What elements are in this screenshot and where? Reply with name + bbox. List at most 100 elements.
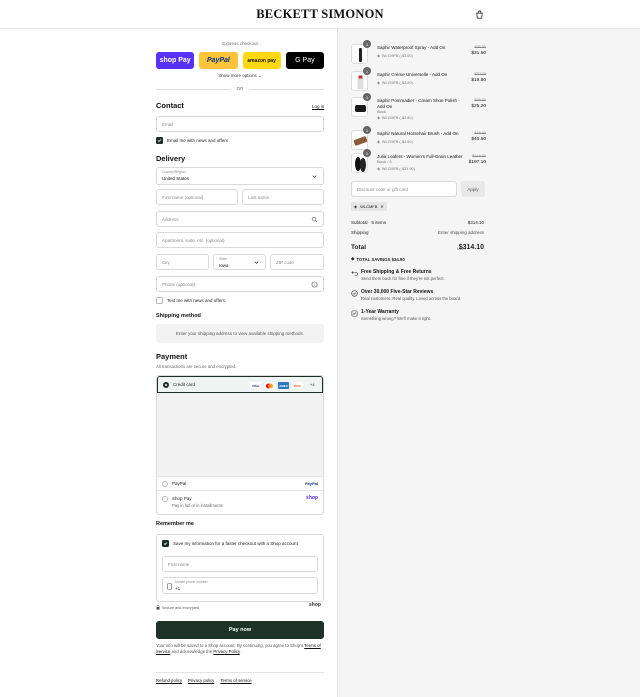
city-field[interactable]: City	[156, 254, 209, 270]
item-price: $19.80	[471, 78, 486, 83]
text-news-checkbox-row[interactable]: Text me with news and offers	[156, 297, 225, 304]
item-name: Saphir Waterproof Spray - Add On	[377, 45, 446, 50]
footer-divider	[156, 672, 324, 673]
paypal-option[interactable]: PayPal PayPal	[157, 476, 323, 490]
text-news-checkbox[interactable]	[156, 297, 163, 304]
email-news-label: Email me with news and offers	[167, 138, 228, 143]
email-field[interactable]: Email	[156, 116, 324, 132]
shop-pay-subtitle: Pay in full or in installments	[172, 503, 223, 508]
tag-icon: ◈	[351, 256, 355, 261]
mobile-phone-field[interactable]: Mobile phone number +1	[162, 577, 318, 594]
total-savings: ◈ TOTAL SAVINGS $34.90	[351, 256, 405, 262]
discount-code-field[interactable]: Discount code or gift card	[351, 181, 457, 197]
item-discount: ◈ WLCMFB (-$21.90)	[377, 166, 415, 172]
apartment-placeholder: Apartment, suite, etc. (optional)	[162, 238, 225, 243]
email-news-checkbox[interactable]	[156, 137, 163, 144]
address-field[interactable]: Address	[156, 211, 324, 227]
feature-title: Free Shipping & Free Returns	[361, 269, 432, 275]
shop-pay-radio[interactable]	[162, 496, 168, 502]
zip-field[interactable]: ZIP code	[270, 254, 324, 270]
save-info-checkbox-row[interactable]: Save my information for a faster checkou…	[162, 540, 298, 547]
shop-pay-button[interactable]: shop Pay	[156, 52, 195, 69]
privacy-policy-link[interactable]: Privacy Policy	[213, 649, 239, 654]
amazon-pay-button[interactable]: amazon pay	[242, 52, 281, 69]
login-link[interactable]: Log in	[312, 104, 324, 109]
subtotal-label: Subtotal · 5 items	[351, 220, 387, 225]
secure-note: Secure and encrypted	[156, 605, 199, 610]
item-discount-label: WLCMFB (-$2.20)	[381, 80, 413, 85]
last-name-field[interactable]: Last name	[242, 189, 324, 205]
apply-button[interactable]: Apply	[461, 181, 485, 197]
terms-of-service-footer-link[interactable]: Terms of service	[220, 678, 251, 683]
applied-code-chip: ◈ WLCMFB ✕	[351, 202, 387, 211]
remove-code-icon[interactable]: ✕	[380, 204, 383, 209]
express-pay-buttons: shop Pay PayPal amazon pay G Pay	[156, 52, 324, 69]
applied-code-label: WLCMFB	[360, 204, 378, 209]
item-original-price: $35.00	[474, 45, 486, 49]
refund-policy-link[interactable]: Refund policy	[156, 678, 182, 683]
quantity-badge: 1	[363, 67, 371, 75]
item-discount-label: WLCMFB (-$2.80)	[381, 115, 413, 120]
country-select[interactable]: Country/Region United States	[156, 167, 324, 185]
discover-icon: DISC	[292, 382, 303, 389]
quantity-badge: 1	[363, 40, 371, 48]
item-discount: ◈ WLCMFB (-$2.80)	[377, 115, 413, 121]
brand-logo[interactable]: BECKETT SIMONON	[0, 7, 640, 22]
item-discount: ◈ WLCMFB (-$3.50)	[377, 53, 413, 59]
payment-subtitle: All transactions are secure and encrypte…	[156, 364, 237, 369]
cart-item: 1 Saphir Pommadier - Cream Shoe Polish -…	[351, 93, 486, 127]
apartment-field[interactable]: Apartment, suite, etc. (optional)	[156, 232, 324, 248]
state-select[interactable]: State Iowa	[213, 254, 266, 270]
lock-icon	[156, 605, 160, 610]
item-variant: Black	[377, 110, 387, 114]
paypal-button[interactable]: PayPal	[199, 52, 238, 69]
email-news-checkbox-row[interactable]: Email me with news and offers	[156, 137, 228, 144]
quantity-badge: 1	[363, 149, 371, 157]
show-more-options-link[interactable]: Show more options ⌄	[156, 73, 324, 79]
credit-card-option[interactable]: Credit card VISA AMEX DISC +4	[157, 376, 323, 393]
first-name-placeholder: First name (optional)	[162, 195, 204, 200]
shop-pay-option[interactable]: Shop Pay Pay in full or in installments …	[157, 490, 323, 514]
quantity-badge: 1	[363, 93, 371, 101]
shipping-value: Enter shipping address	[437, 230, 484, 235]
legal-text-3: .	[239, 649, 241, 654]
return-icon	[351, 271, 358, 276]
country-value: United States	[162, 176, 190, 181]
tag-icon: ◈	[377, 167, 380, 171]
credit-card-label: Credit card	[173, 382, 196, 387]
remember-first-name-field[interactable]: First name	[162, 556, 318, 572]
phone-placeholder: Phone (optional)	[162, 282, 196, 287]
google-pay-button[interactable]: G Pay	[285, 52, 324, 69]
payment-options: Credit card VISA AMEX DISC +4 PayPal Pay…	[156, 375, 324, 515]
item-name: Saphir Crème Universelle - Add On	[377, 72, 448, 77]
tag-icon: ◈	[377, 116, 380, 120]
pay-now-button[interactable]: Pay now	[156, 621, 324, 639]
item-name: Saphir Natural Horsehair Brush - Add On	[377, 131, 459, 136]
item-original-price: $22.00	[474, 72, 486, 76]
shipping-method-placeholder: Enter your shipping address to view avai…	[156, 324, 324, 343]
footer-links: Refund policy Privacy policy Terms of se…	[156, 678, 252, 683]
credit-card-radio[interactable]	[163, 382, 169, 388]
save-info-checkbox[interactable]	[162, 540, 169, 547]
paypal-radio[interactable]	[162, 481, 168, 487]
divider-line	[249, 89, 324, 90]
cart-item: 1 Saphir Natural Horsehair Brush - Add O…	[351, 126, 486, 152]
quantity-badge: 1	[363, 126, 371, 134]
first-name-field[interactable]: First name (optional)	[156, 189, 238, 205]
feature-desc: Real customers. Real quality. Loved acro…	[361, 296, 462, 301]
bag-icon[interactable]	[475, 10, 484, 19]
tag-icon: ◈	[377, 140, 380, 144]
shipping-label: Shipping	[351, 230, 369, 235]
shipping-method-heading: Shipping method	[156, 313, 201, 319]
help-icon[interactable]: ?	[311, 281, 318, 288]
email-placeholder: Email	[162, 122, 174, 127]
tag-icon: ◈	[354, 204, 358, 209]
privacy-policy-footer-link[interactable]: Privacy policy	[188, 678, 214, 683]
warranty-icon	[351, 310, 358, 317]
cart-item: 1 Saphir Crème Universelle - Add On ◈ WLC…	[351, 67, 486, 93]
item-name: Saphir Pommadier - Cream Shoe Polish - A…	[377, 98, 460, 109]
delivery-heading: Delivery	[156, 154, 186, 163]
discount-code-placeholder: Discount code or gift card	[357, 187, 409, 192]
phone-field[interactable]: Phone (optional) ?	[156, 276, 324, 292]
text-news-label: Text me with news and offers	[167, 298, 225, 303]
